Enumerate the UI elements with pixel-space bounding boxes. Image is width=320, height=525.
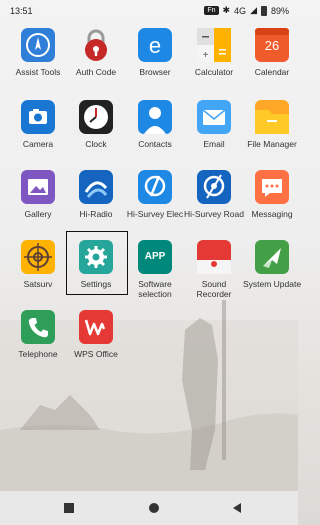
app-file-manager[interactable]: File Manager [242,100,302,149]
app-system-update[interactable]: System Update [242,240,302,289]
email-icon [197,100,231,134]
app-label: Auth Code [75,67,117,77]
calendar-day: 26 [264,38,280,53]
messaging-icon [255,170,289,204]
app-sound-recorder[interactable]: Sound Recorder [184,240,244,299]
app-assist-tools[interactable]: Assist Tools [8,28,68,77]
phone-icon [21,310,55,344]
status-indicators: Fn ✱ 4G ◢ 89% [204,5,289,16]
calculator-icon: + [197,28,231,62]
browser-icon: e [138,28,172,62]
app-hi-radio[interactable]: Hi-Radio [66,170,126,219]
app-software-selection[interactable]: APP Software selection [125,240,185,299]
app-contacts[interactable]: Contacts [125,100,185,149]
app-label: File Manager [247,139,297,149]
app-settings[interactable]: Settings [66,240,126,289]
app-telephone[interactable]: Telephone [8,310,68,359]
app-badge-text: APP [144,251,166,262]
app-label: Clock [85,139,107,149]
app-wps-office[interactable]: WPS Office [66,310,126,359]
status-bar: 13:51 Fn ✱ 4G ◢ 89% [0,0,298,22]
app-hi-survey-road[interactable]: Hi-Survey Road [184,170,244,219]
signal-text: 4G [234,5,247,16]
app-label: Messaging [251,209,293,219]
status-time: 13:51 [10,6,33,16]
app-label: Satsurv [23,279,53,289]
app-label: Browser [139,67,171,77]
app-label: Gallery [24,209,52,219]
app-hi-survey-elec[interactable]: Hi-Survey Elec [125,170,185,219]
assist-tools-icon [21,28,55,62]
app-satsurv[interactable]: Satsurv [8,240,68,289]
navigation-bar [0,491,298,525]
app-label: Calendar [254,67,290,77]
app-label: Hi-Survey Elec [126,209,184,219]
app-label: Telephone [18,349,58,359]
system-update-icon [255,240,289,274]
gallery-icon [21,170,55,204]
calendar-icon: 26 [255,28,289,62]
signal-icon: ◢ [250,5,257,15]
app-label: System Update [242,279,302,289]
app-label: Settings [80,279,112,289]
bluetooth-icon: ✱ [222,5,231,15]
app-browser[interactable]: e Browser [125,28,185,77]
app-label: Email [203,139,225,149]
gear-icon [79,240,113,274]
wps-office-icon [79,310,113,344]
app-label: Hi-Survey Road [184,209,244,219]
app-camera[interactable]: Camera [8,100,68,149]
app-messaging[interactable]: Messaging [242,170,302,219]
svg-text:+: + [203,50,209,61]
app-auth-code[interactable]: Auth Code [66,28,126,77]
recents-icon[interactable] [63,501,75,519]
fn-badge: Fn [204,6,219,15]
app-label: Sound Recorder [196,279,232,299]
satsurv-icon [21,240,55,274]
padlock-icon [79,28,113,62]
clock-icon [79,100,113,134]
back-icon[interactable] [231,501,243,519]
battery-text: 89% [270,5,289,16]
app-calendar[interactable]: 26 Calendar [242,28,302,77]
app-email[interactable]: Email [184,100,244,149]
app-label: Contacts [138,139,172,149]
app-label: Assist Tools [15,67,61,77]
camera-icon [21,100,55,134]
app-label: Hi-Radio [79,209,113,219]
home-icon[interactable] [148,501,160,519]
battery-icon [260,5,267,16]
app-label: Software selection [138,279,172,299]
hi-radio-icon [79,170,113,204]
app-clock[interactable]: Clock [66,100,126,149]
app-label: Camera [22,139,54,149]
hi-survey-road-icon [197,170,231,204]
microphone-icon [197,240,231,274]
contacts-icon [138,100,172,134]
app-label: Calculator [194,67,234,77]
app-calculator[interactable]: + Calculator [184,28,244,77]
svg-text:e: e [149,33,161,58]
app-label: WPS Office [74,349,118,359]
hi-survey-elec-icon [138,170,172,204]
app-store-icon: APP [138,240,172,274]
app-gallery[interactable]: Gallery [8,170,68,219]
folder-icon [255,100,289,134]
